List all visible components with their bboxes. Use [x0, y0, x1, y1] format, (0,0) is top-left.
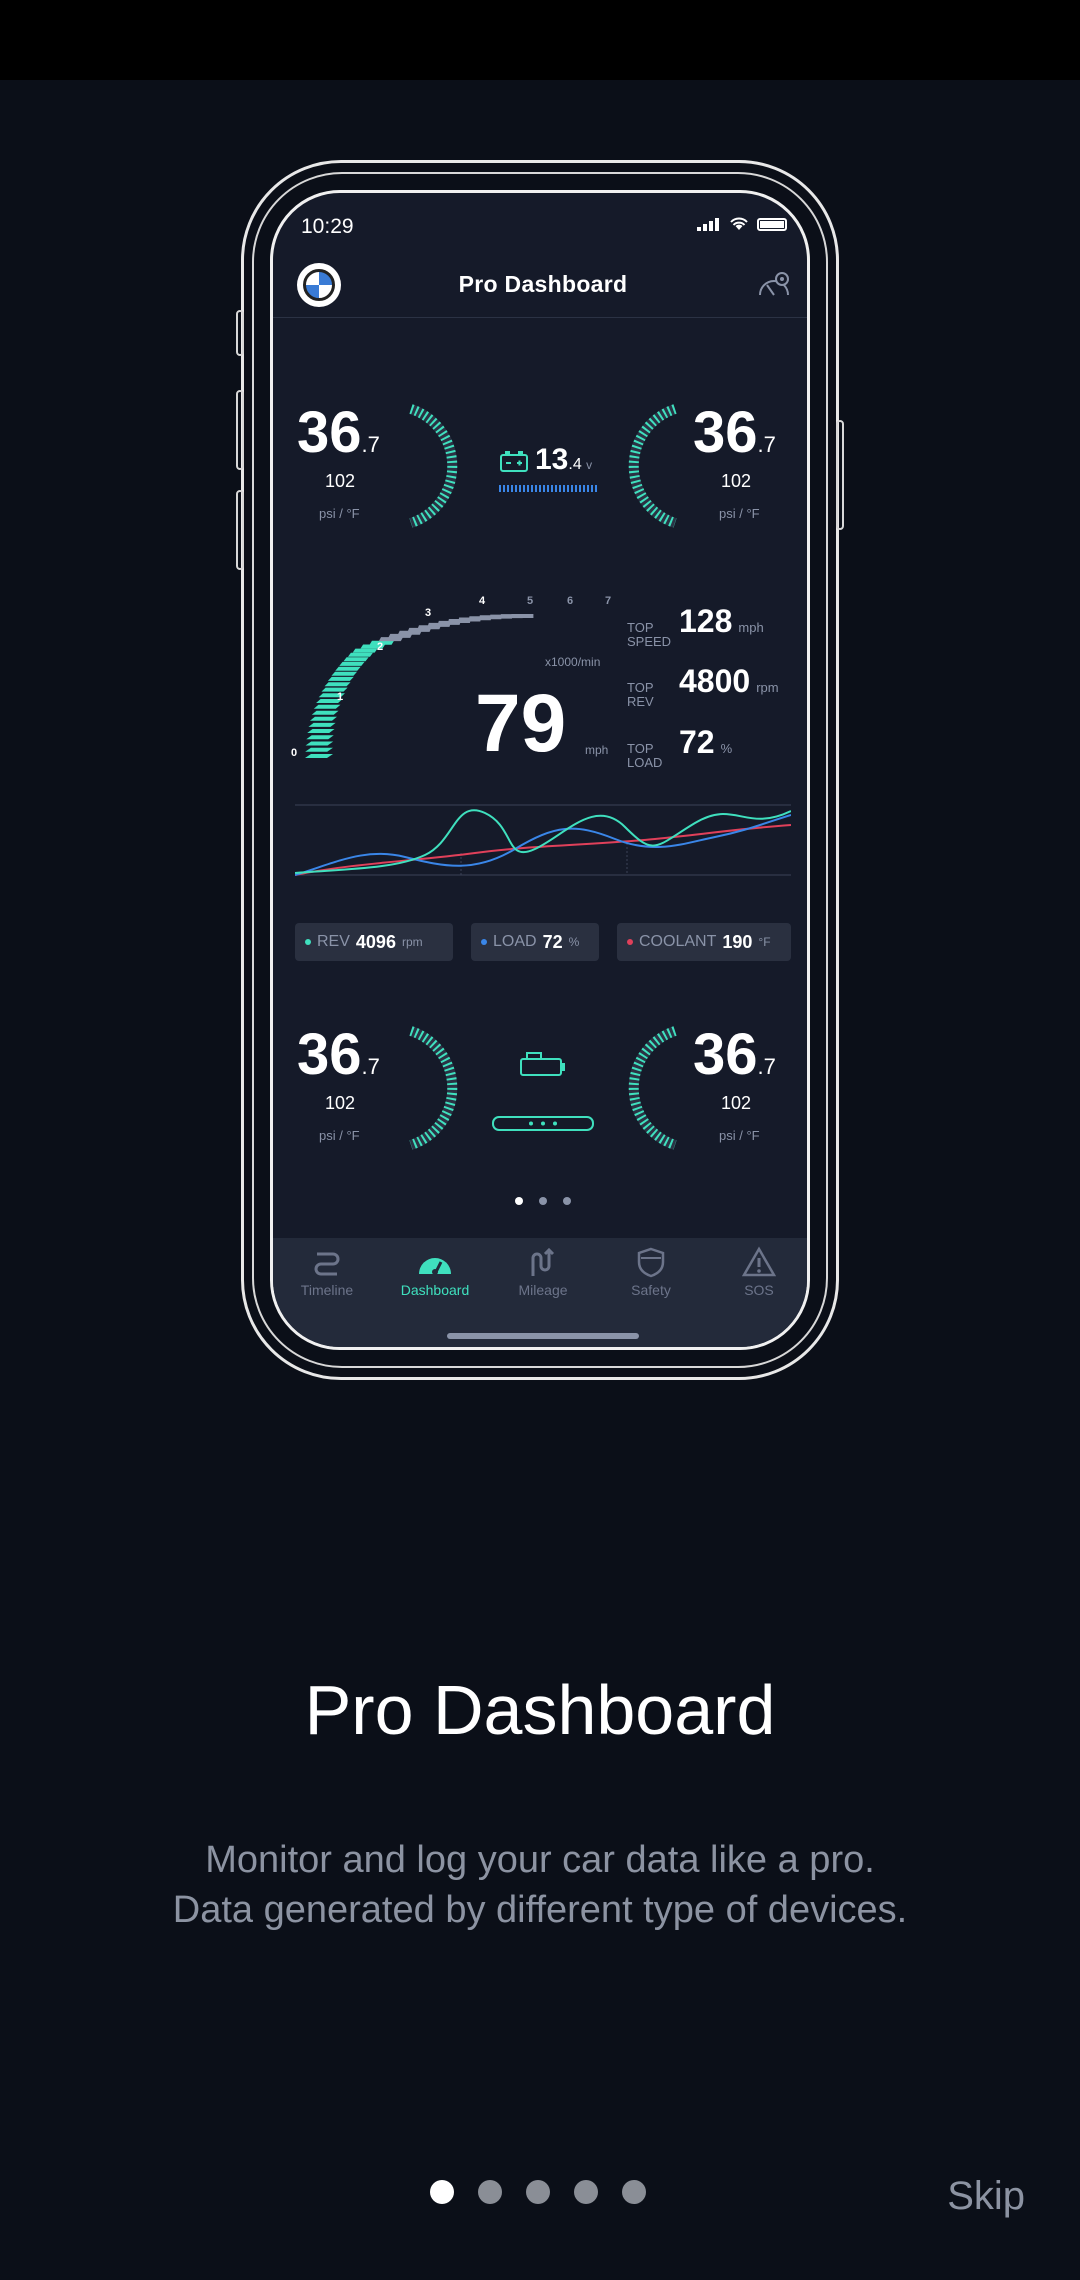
phone-status-icons	[697, 217, 787, 231]
tab-dashboard[interactable]: Dashboard	[381, 1238, 489, 1298]
page-dot-5[interactable]	[622, 2180, 646, 2204]
top-load-row: TOP LOAD 72%	[627, 724, 733, 770]
load-legend-dot	[481, 939, 487, 945]
tach-stripe	[313, 704, 341, 709]
gauge-top-left-unit: psi / °F	[319, 506, 360, 521]
speed-value: 79	[475, 678, 567, 769]
tach-label-6: 6	[567, 595, 574, 607]
gauge-bottom-right-value: 36.7	[693, 1022, 776, 1087]
tach-stripe	[305, 741, 334, 746]
tach-stripe	[347, 652, 373, 657]
mileage-icon	[531, 1247, 555, 1276]
tach-label-5: 5	[527, 595, 534, 607]
gauge-bottom-left-sub: 102	[325, 1093, 356, 1113]
gauge-top-left-value: 36.7	[297, 400, 380, 465]
phone-volume-down-button	[236, 490, 244, 570]
tach-stripe	[335, 666, 361, 671]
telemetry-line-chart	[295, 804, 791, 876]
battery-voltage-icon	[500, 451, 528, 472]
dongle-device-icon	[492, 1116, 594, 1131]
tach-unit: x1000/min	[545, 655, 601, 669]
tach-stripe	[308, 722, 336, 727]
tach-stripe	[321, 687, 348, 692]
tach-label-7: 7	[605, 595, 612, 607]
battery-icon	[757, 217, 787, 231]
tach-stripe	[311, 710, 339, 715]
chip-load[interactable]: LOAD 72%	[471, 923, 599, 961]
tachometer-bars	[305, 614, 534, 758]
coolant-legend-dot	[627, 939, 633, 945]
home-indicator	[447, 1333, 639, 1339]
dashboard-settings-icon[interactable]	[757, 271, 791, 301]
voltage-readout: 13.4 v	[535, 443, 593, 476]
page-dot-2[interactable]	[478, 2180, 502, 2204]
tach-stripe	[339, 661, 365, 666]
top-speed-row: TOP SPEED 128 mph	[627, 603, 764, 649]
tach-label-0: 0	[291, 747, 298, 759]
gauge-bottom-right-unit: psi / °F	[719, 1128, 760, 1143]
onboarding-description: Monitor and log your car data like a pro…	[172, 1839, 908, 1931]
tab-timeline[interactable]: Timeline	[273, 1238, 381, 1298]
warning-icon	[742, 1246, 776, 1277]
app-header: Pro Dashboard	[273, 255, 807, 318]
tab-safety[interactable]: Safety	[597, 1238, 705, 1298]
phone-clock: 10:29	[301, 215, 354, 238]
tach-label-1: 1	[337, 691, 344, 703]
obd-device-icon	[520, 1052, 565, 1076]
tab-sos[interactable]: SOS	[705, 1238, 807, 1298]
tach-stripe	[352, 648, 378, 653]
phone-mute-button	[236, 310, 244, 356]
tach-stripe	[306, 735, 334, 740]
timeline-icon	[314, 1252, 340, 1276]
page-dot-3[interactable]	[526, 2180, 550, 2204]
app-title: Pro Dashboard	[458, 271, 628, 297]
shield-icon	[637, 1247, 665, 1278]
phone-screen: 10:29 Pro Dashboard 36.7 102 psi / °F 13…	[270, 190, 810, 1350]
speed-unit: mph	[585, 743, 609, 757]
signal-icon	[697, 217, 721, 231]
tach-stripe	[343, 657, 369, 662]
tach-stripe	[511, 614, 534, 618]
system-status-bar	[0, 0, 1080, 80]
tach-stripe	[331, 671, 358, 676]
wifi-icon	[730, 217, 748, 230]
gauge-top-right-value: 36.7	[693, 400, 776, 465]
tach-stripe	[309, 716, 337, 721]
rev-legend-dot	[305, 939, 311, 945]
tach-stripe	[305, 747, 333, 752]
gauge-top-right-unit: psi / °F	[719, 506, 760, 521]
top-rev-row: TOP REV 4800 rpm	[627, 663, 779, 709]
gauge-top-left-sub: 102	[325, 471, 356, 491]
tach-stripe	[305, 754, 333, 758]
skip-button[interactable]: Skip	[947, 2174, 1025, 2219]
chip-rev[interactable]: REV 4096 rpm	[295, 923, 453, 961]
phone-power-button	[836, 420, 844, 530]
tach-label-3: 3	[425, 607, 432, 619]
dashboard-page-indicator	[273, 1197, 807, 1205]
tach-stripe	[324, 682, 351, 687]
phone-volume-up-button	[236, 390, 244, 470]
onboarding-title: Pro Dashboard	[304, 1671, 776, 1749]
gauge-bottom-right-sub: 102	[721, 1093, 752, 1113]
page-dot-4[interactable]	[574, 2180, 598, 2204]
tach-label-2: 2	[377, 641, 384, 653]
tach-stripe	[327, 676, 354, 681]
tab-mileage[interactable]: Mileage	[489, 1238, 597, 1298]
tach-stripe	[307, 729, 335, 734]
gauge-top-right-sub: 102	[721, 471, 752, 491]
onboarding-page-indicator	[430, 2180, 646, 2204]
dashboard-icon	[419, 1258, 451, 1275]
tach-label-4: 4	[479, 595, 486, 607]
chip-coolant[interactable]: COOLANT 190 °F	[617, 923, 791, 961]
voltage-bar	[499, 485, 599, 492]
page-dot-1[interactable]	[430, 2180, 454, 2204]
gauge-bottom-left-value: 36.7	[297, 1022, 380, 1087]
gauge-bottom-left-unit: psi / °F	[319, 1128, 360, 1143]
